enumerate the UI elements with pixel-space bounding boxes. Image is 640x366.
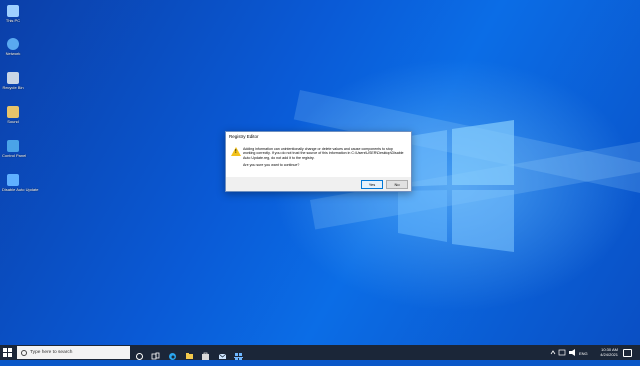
desktop-icon-control-panel[interactable]: Control Panel	[2, 140, 27, 158]
search-icon	[21, 350, 27, 356]
desktop-icon-label: This PC	[5, 18, 21, 23]
registry-icon[interactable]	[234, 348, 243, 360]
clock[interactable]: 10:30 AM 4/24/2021	[600, 347, 618, 357]
taskbar: Type here to search ENG 10:30 AM 4/24/20…	[0, 345, 640, 360]
dialog-title: Registry Editor	[226, 132, 411, 142]
dialog-footer: Yes No	[226, 177, 411, 191]
desktop-icon-label: Sound	[7, 119, 19, 124]
desktop-icon-network[interactable]: Network	[2, 38, 24, 56]
desktop-icon-recycle-bin[interactable]: Recycle Bin	[2, 72, 24, 90]
yes-button[interactable]: Yes	[361, 180, 383, 189]
folder-icon	[7, 106, 19, 118]
svg-text:ENG: ENG	[579, 351, 588, 356]
tray-icons[interactable]: ENG	[548, 345, 588, 360]
registry-file-icon	[7, 174, 19, 186]
mail-icon[interactable]	[218, 348, 227, 359]
desktop-icon-folder[interactable]: Sound	[2, 106, 24, 124]
desktop-wallpaper: This PC Network Recycle Bin Sound Contro…	[0, 0, 640, 345]
desktop-icon-label: Recycle Bin	[2, 85, 24, 90]
desktop-icon-label: Control Panel	[2, 153, 27, 158]
recycle-bin-icon	[7, 72, 19, 84]
task-view-icon[interactable]	[151, 348, 160, 360]
this-pc-icon	[7, 5, 19, 17]
dialog-message: Adding information can unintentionally c…	[243, 147, 405, 171]
control-panel-icon	[7, 140, 19, 152]
cortana-icon[interactable]	[135, 348, 144, 360]
no-button[interactable]: No	[386, 180, 408, 189]
file-explorer-icon[interactable]	[185, 348, 194, 359]
dialog-question-text: Are you sure you want to continue?	[243, 163, 300, 168]
desktop-icon-label: Disable Auto Update	[2, 187, 39, 192]
registry-editor-dialog: Registry Editor ! Adding information can…	[225, 131, 412, 192]
clock-date: 4/24/2021	[600, 352, 618, 357]
dialog-body: ! Adding information can unintentionally…	[226, 142, 411, 174]
notification-icon[interactable]	[623, 349, 632, 357]
desktop-icon-label: Network	[5, 51, 21, 56]
store-icon[interactable]	[201, 348, 210, 360]
dialog-warning-text: Adding information can unintentionally c…	[243, 147, 404, 160]
desktop-icon-this-pc[interactable]: This PC	[2, 5, 24, 23]
windows-icon	[3, 348, 7, 352]
start-button[interactable]	[3, 348, 12, 357]
desktop-icon-reg-file[interactable]: Disable Auto Update	[2, 174, 39, 192]
network-icon	[7, 38, 19, 50]
taskbar-search[interactable]: Type here to search	[17, 346, 130, 359]
edge-icon[interactable]	[168, 348, 177, 360]
warning-icon: !	[231, 147, 241, 156]
search-input[interactable]: Type here to search	[30, 346, 72, 359]
